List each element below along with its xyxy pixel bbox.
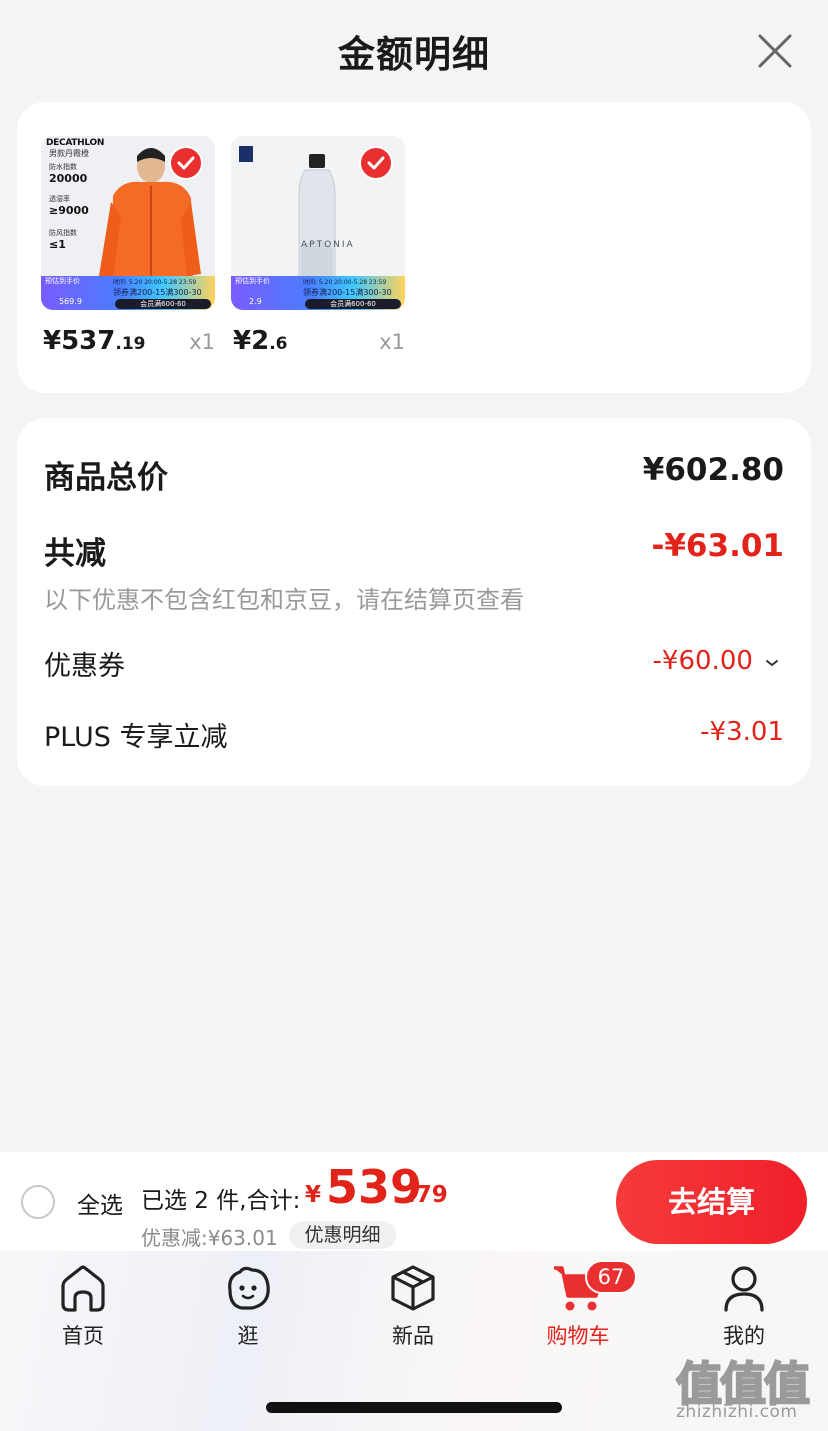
tab-home[interactable]: 首页 xyxy=(23,1262,143,1350)
total-reduce-value: -¥63.01 xyxy=(651,528,785,564)
chevron-down-icon[interactable] xyxy=(764,657,780,669)
coupon-value: -¥60.00 xyxy=(652,646,753,676)
product-item[interactable]: DECATHLON 男款丹霞橙 防水指数 20000 透湿率 ≥9000 防风指… xyxy=(41,136,215,356)
total-currency: ¥ xyxy=(305,1182,322,1208)
product-subtitle: 男款丹霞橙 xyxy=(49,149,89,158)
product-spec: 防水指数 20000 xyxy=(49,162,87,185)
sheet-title: 金额明细 xyxy=(338,33,490,76)
spec-name: 防水指数 xyxy=(49,163,77,171)
total-reduce-label: 共减 xyxy=(44,536,106,572)
selected-count-text: 已选 2 件,合计: xyxy=(141,1188,301,1214)
banner-date: 时间: 5.20 20:00-5.28 23:59 xyxy=(303,279,387,286)
tab-label: 我的 xyxy=(723,1324,765,1348)
home-indicator xyxy=(266,1402,562,1413)
tab-label: 逛 xyxy=(237,1324,259,1348)
tab-explore[interactable]: 逛 xyxy=(188,1262,308,1350)
discount-hint: 以下优惠不包含红包和京豆，请在结算页查看 xyxy=(44,586,524,614)
explore-icon xyxy=(228,1266,270,1310)
banner-tag: 预估到手价 xyxy=(235,277,270,285)
price-cents: .19 xyxy=(115,334,146,354)
tab-label: 购物车 xyxy=(546,1324,610,1348)
profile-icon xyxy=(724,1266,764,1312)
banner-promo: 领券满200-15满300-30 xyxy=(303,288,392,297)
product-quantity: x1 xyxy=(189,330,215,354)
selected-check-icon[interactable] xyxy=(359,146,393,180)
goods-total-value: ¥602.80 xyxy=(642,452,784,488)
product-subtitle: APTONIA xyxy=(301,240,355,250)
banner-price: 2.9 xyxy=(249,297,262,306)
product-spec: 透湿率 ≥9000 xyxy=(49,194,89,217)
tab-label: 首页 xyxy=(62,1324,104,1348)
total-decimal: .79 xyxy=(407,1182,448,1208)
product-price: ¥2.6 xyxy=(233,326,287,356)
product-image[interactable]: DECATHLON 男款丹霞橙 防水指数 20000 透湿率 ≥9000 防风指… xyxy=(41,136,215,310)
tab-profile[interactable]: 我的 xyxy=(684,1262,804,1350)
coupon-row-toggle[interactable]: -¥60.00 xyxy=(653,646,780,676)
spec-name: 防风指数 xyxy=(49,229,77,237)
plus-discount-label: PLUS 专享立减 xyxy=(44,722,228,753)
select-all-label[interactable]: 全选 xyxy=(77,1186,123,1220)
product-quantity: x1 xyxy=(379,330,405,354)
watermark-url: zhizhizhi.com xyxy=(676,1402,798,1422)
close-button[interactable] xyxy=(752,28,798,74)
product-image[interactable]: APTONIA 预估到手价 2.9 时间: 5.20 20:00-5.28 23… xyxy=(231,136,405,310)
tab-label: 新品 xyxy=(392,1324,434,1348)
saving-text: 优惠减:¥63.01 xyxy=(141,1226,278,1250)
banner-pill: 会员满600-60 xyxy=(305,299,401,309)
checkout-button[interactable]: 去结算 xyxy=(616,1160,807,1244)
banner-date: 时间: 5.20 20:00-5.28 23:59 xyxy=(113,279,197,286)
selected-check-icon[interactable] xyxy=(169,146,203,180)
product-spec: 防风指数 ≤1 xyxy=(49,228,77,251)
banner-price: 569.9 xyxy=(59,297,82,306)
banner-pill: 会员满600-60 xyxy=(115,299,211,309)
product-price: ¥537.19 xyxy=(43,326,146,356)
banner-tag: 预估到手价 xyxy=(45,277,80,285)
home-icon xyxy=(61,1265,105,1312)
box-icon xyxy=(391,1265,435,1311)
plus-discount-value: -¥3.01 xyxy=(700,717,784,747)
price-cents: .6 xyxy=(269,334,288,354)
tab-new[interactable]: 新品 xyxy=(353,1262,473,1350)
product-brand: DECATHLON xyxy=(46,138,105,148)
products-card: DECATHLON 男款丹霞橙 防水指数 20000 透湿率 ≥9000 防风指… xyxy=(17,102,811,393)
cart-count-badge: 67 xyxy=(585,1260,637,1294)
select-all-radio[interactable] xyxy=(21,1185,55,1219)
price-main: ¥537 xyxy=(43,326,116,356)
goods-total-label: 商品总价 xyxy=(44,460,168,496)
close-icon[interactable] xyxy=(752,28,798,74)
product-item[interactable]: APTONIA 预估到手价 2.9 时间: 5.20 20:00-5.28 23… xyxy=(231,136,405,356)
banner-promo: 领券满200-15满300-30 xyxy=(113,288,202,297)
spec-value: ≥9000 xyxy=(49,204,89,217)
spec-value: 20000 xyxy=(49,172,88,185)
spec-name: 透湿率 xyxy=(49,195,70,203)
watermark: 值值值 zhizhizhi.com xyxy=(675,1348,822,1424)
amount-summary-card: 商品总价 ¥602.80 共减 -¥63.01 以下优惠不包含红包和京豆，请在结… xyxy=(17,418,811,786)
discount-detail-chip[interactable]: 优惠明细 xyxy=(289,1221,396,1249)
spec-value: ≤1 xyxy=(49,238,66,251)
price-main: ¥2 xyxy=(233,326,270,356)
coupon-label: 优惠券 xyxy=(44,651,125,682)
